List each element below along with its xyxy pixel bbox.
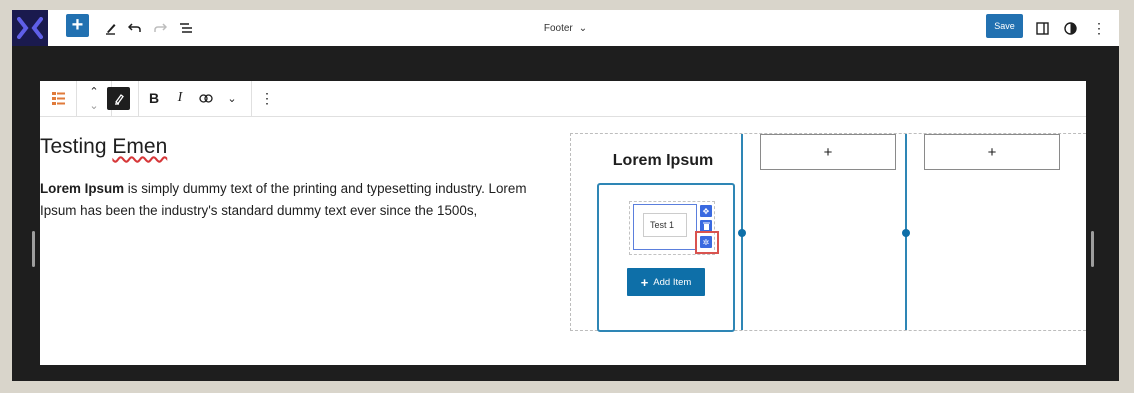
- column-3-add-block-button[interactable]: +: [924, 134, 1060, 170]
- column-resize-dot[interactable]: [738, 229, 746, 237]
- heading-word: Testing: [40, 135, 107, 158]
- editor-canvas: ⌃ ⌄ B I ⌄ ⋮ Testing Emen Lorem Ipsum is …: [40, 81, 1086, 365]
- toolbar-divider: [76, 81, 77, 116]
- move-up-icon: ⌃: [89, 85, 99, 98]
- block-inserter-button[interactable]: +: [66, 14, 89, 37]
- plus-icon: +: [71, 14, 84, 36]
- column-heading[interactable]: Lorem Ipsum: [601, 152, 725, 170]
- add-item-button[interactable]: + Add Item: [627, 268, 705, 296]
- highlight-box: [695, 231, 719, 254]
- columns-block[interactable]: Lorem Ipsum Test 1 ✥ ✲ + Add Item + +: [570, 133, 1086, 332]
- italic-icon: I: [177, 90, 183, 105]
- logo-icon[interactable]: [12, 10, 48, 46]
- move-item-button[interactable]: ✥: [700, 205, 712, 217]
- plus-icon: +: [640, 274, 649, 290]
- column-2-add-block-button[interactable]: +: [760, 134, 896, 170]
- left-resize-handle[interactable]: [32, 231, 35, 267]
- template-title: Footer: [543, 22, 573, 34]
- editor-frame: + Footer ⌄ Save ⋮ ⌃ ⌄ B I ⌄ ⋮ Testing Em…: [12, 10, 1119, 381]
- list-block-icon: [51, 91, 65, 105]
- column-card[interactable]: Test 1 ✥ ✲ + Add Item: [597, 183, 735, 332]
- highlight-button[interactable]: [107, 87, 130, 110]
- add-item-label: Add Item: [653, 276, 692, 288]
- move-up-button[interactable]: ⌃: [82, 84, 106, 98]
- link-icon: [199, 93, 213, 103]
- pencil-icon: [106, 24, 116, 35]
- italic-button[interactable]: I: [168, 86, 192, 110]
- trash-icon: [702, 222, 710, 230]
- sidebar-toggle-icon: [1035, 21, 1049, 35]
- chevron-down-icon: ⌄: [578, 22, 588, 34]
- heading-misspelled-word: Emen: [112, 135, 168, 158]
- styles-icon: [1063, 21, 1077, 35]
- column-resize-dot[interactable]: [902, 229, 910, 237]
- plus-icon: +: [823, 143, 833, 161]
- bold-icon: B: [148, 90, 160, 106]
- save-button[interactable]: Save: [986, 14, 1023, 38]
- paragraph-block[interactable]: Lorem Ipsum is simply dummy text of the …: [40, 178, 555, 222]
- page-heading[interactable]: Testing Emen: [40, 135, 167, 159]
- settings-sidebar-toggle[interactable]: [1030, 16, 1054, 40]
- list-view-button[interactable]: [174, 16, 198, 40]
- toolbar-divider: [138, 81, 139, 116]
- editor-top-bar: + Footer ⌄ Save ⋮: [12, 10, 1119, 46]
- redo-icon: [154, 23, 167, 32]
- block-type-button[interactable]: [46, 86, 70, 110]
- move-down-icon: ⌄: [89, 99, 99, 112]
- block-toolbar: ⌃ ⌄ B I ⌄ ⋮: [40, 81, 1086, 117]
- undo-icon: [128, 23, 141, 32]
- link-button[interactable]: [194, 86, 218, 110]
- more-rich-text-icon: ⌄: [227, 92, 237, 105]
- block-options-button[interactable]: ⋮: [255, 86, 279, 110]
- options-button[interactable]: ⋮: [1087, 16, 1111, 40]
- tools-button[interactable]: [99, 16, 123, 40]
- toolbar-divider: [251, 81, 252, 116]
- right-resize-handle[interactable]: [1091, 231, 1094, 267]
- more-rich-text-button[interactable]: ⌄: [220, 86, 244, 110]
- paragraph-bold-text: Lorem Ipsum: [40, 181, 125, 196]
- bold-button[interactable]: B: [142, 86, 166, 110]
- undo-button[interactable]: [123, 16, 147, 40]
- repeater-item[interactable]: Test 1: [633, 204, 697, 250]
- block-options-icon: ⋮: [260, 89, 274, 106]
- move-icon: ✥: [702, 206, 710, 216]
- highlight-icon: [114, 93, 124, 105]
- repeater-item-field[interactable]: Test 1: [643, 213, 687, 237]
- options-icon: ⋮: [1092, 19, 1106, 36]
- template-title-button[interactable]: Footer ⌄: [544, 23, 587, 34]
- styles-button[interactable]: [1058, 16, 1082, 40]
- redo-button[interactable]: [148, 16, 172, 40]
- list-view-icon: [180, 23, 192, 33]
- plus-icon: +: [987, 143, 997, 161]
- move-down-button[interactable]: ⌄: [82, 98, 106, 112]
